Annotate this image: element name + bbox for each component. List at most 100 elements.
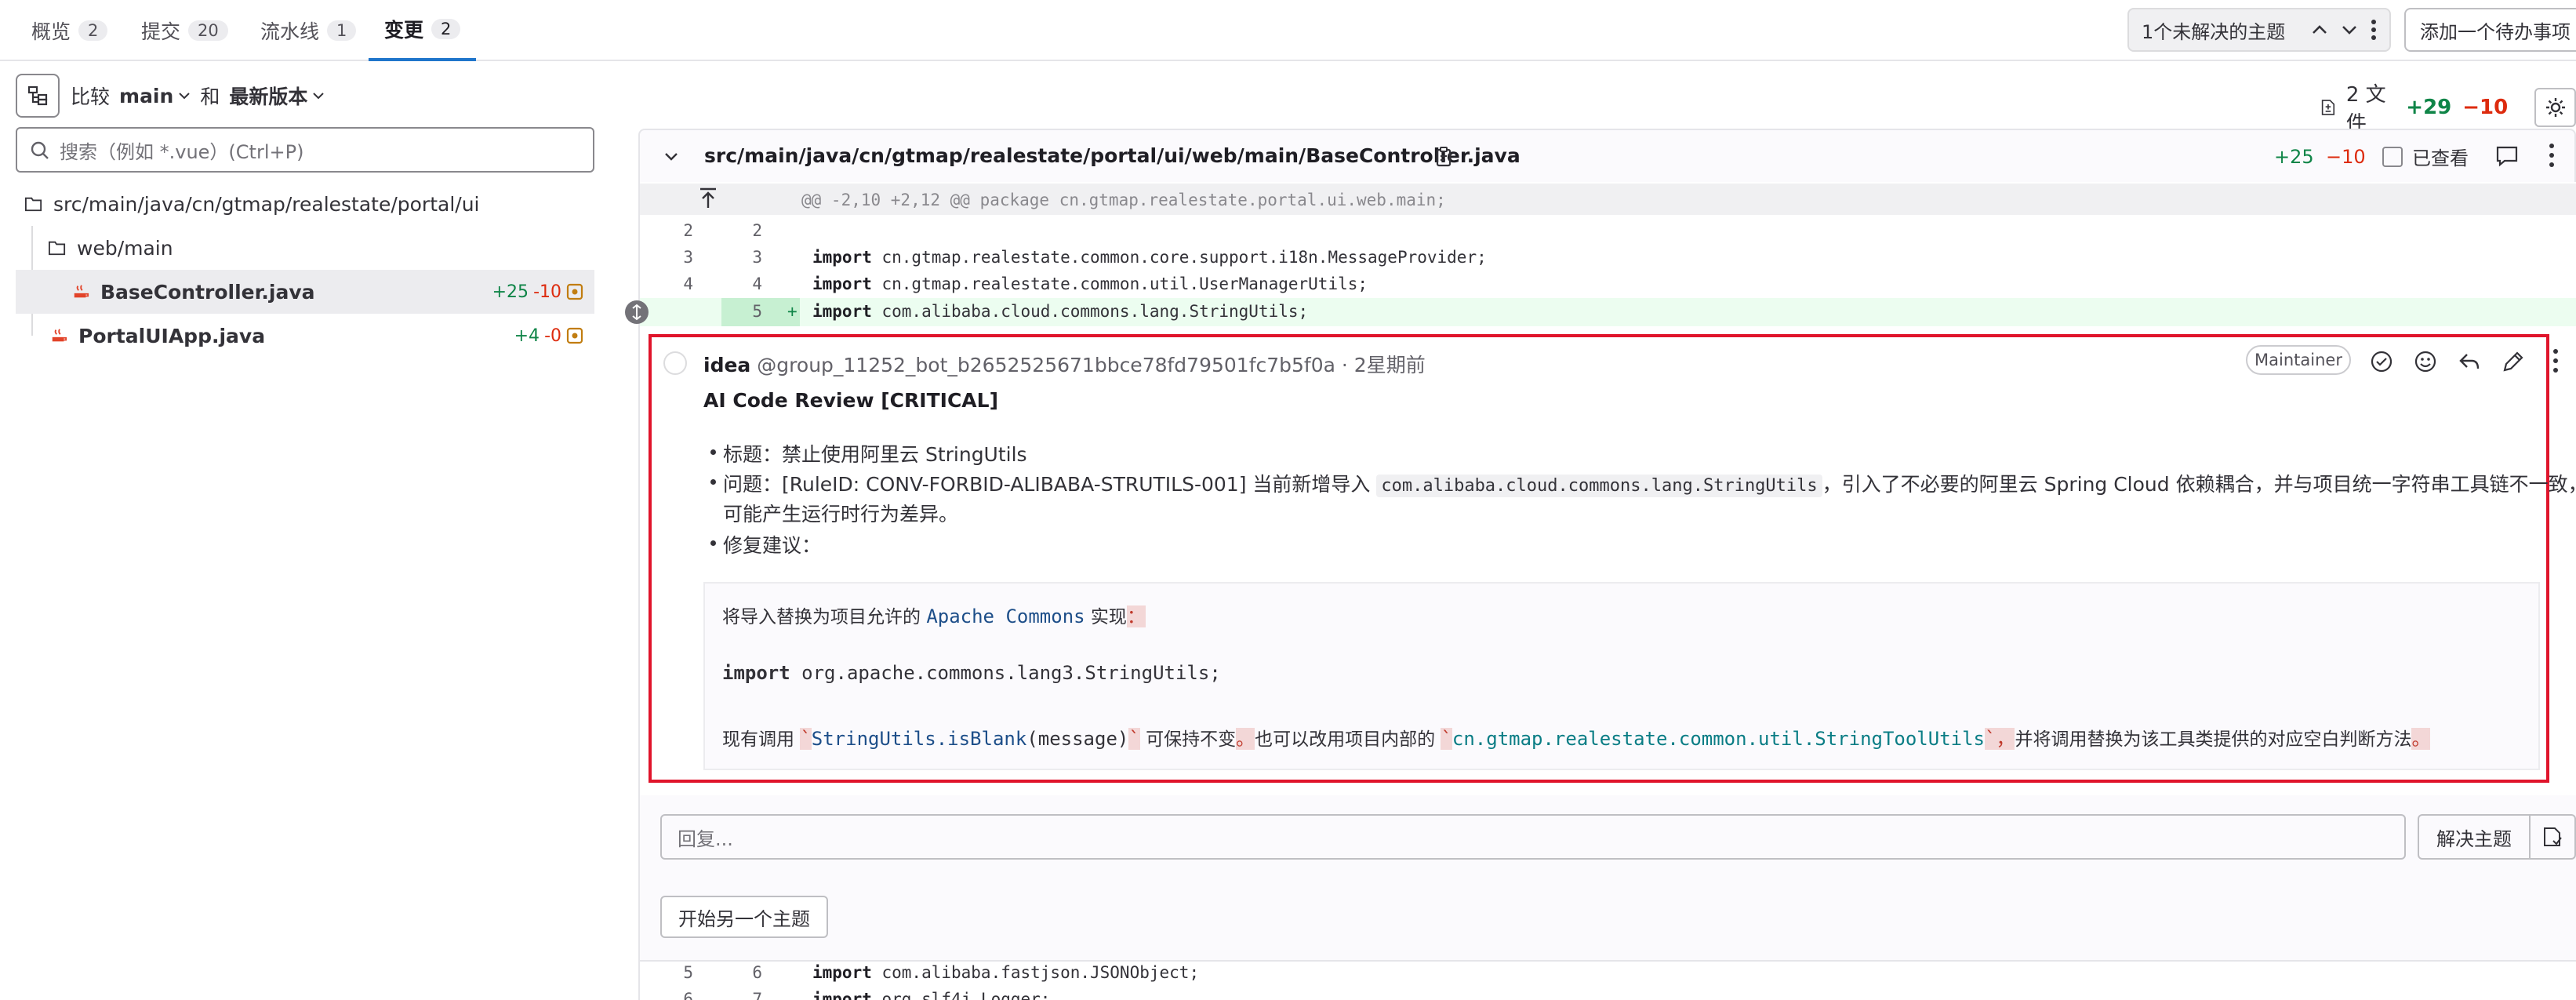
avatar[interactable] [663,351,687,375]
code-block-error: `， [1985,728,2015,750]
pencil-icon[interactable] [2500,348,2527,375]
file-path[interactable]: src/main/java/cn/gtmap/realestate/portal… [704,144,1521,167]
role-label: Maintainer [2254,351,2342,369]
file-diffstat: +4 -0 [514,326,583,346]
resolve-thread-icon[interactable] [2368,348,2395,375]
new-line-number[interactable]: 2 [728,221,762,240]
code-block-text: StringUtils.isBlank [811,728,1027,750]
reply-input[interactable]: 回复... [660,814,2406,860]
compare-versions: 比较 main 和 最新版本 [71,82,325,110]
start-new-thread-button[interactable]: 开始另一个主题 [660,896,828,938]
chevron-down-icon[interactable] [2341,21,2358,38]
code-block-text: Apache Commons [926,605,1085,627]
author-handle: @group_11252_bot_b2652525671bbce78fd7950… [757,354,1426,376]
suggestion-code-block: 将导入替换为项目允许的 Apache Commons 实现： import or… [703,582,2540,770]
added-marker: + [787,302,798,321]
diff-settings-button[interactable] [2534,88,2576,127]
old-line-number[interactable]: 5 [659,963,693,982]
new-line-number[interactable]: 5 [728,302,762,321]
tab-changes[interactable]: 变更 2 [369,0,477,61]
issue-text: ，引入了不必要的阿里云 Spring Cloud 依赖耦合，并与项目统一字符串工… [1822,473,2576,496]
resolve-thread-button[interactable]: 解决主题 [2418,814,2531,860]
deletions: -0 [544,325,561,346]
comment-icon[interactable] [2495,144,2519,168]
compare-label: 比较 [71,85,111,108]
note-bullet-fix: 修复建议： [710,530,821,558]
reply-icon[interactable] [2456,348,2483,375]
chevron-down-icon [313,93,325,100]
tab-overview[interactable]: 概览 2 [31,0,108,61]
code-text: com.alibaba.fastjson.JSONObject; [871,963,1200,982]
checkbox[interactable] [2382,146,2403,167]
tree-folder-label: web/main [77,236,173,260]
code-block-error: ` [800,728,812,750]
old-line-number[interactable]: 6 [659,990,693,1000]
tab-commits[interactable]: 提交 20 [141,0,228,61]
file-tree-icon [27,85,48,106]
code-block-text: 实现 [1085,607,1127,627]
author-name[interactable]: idea [703,354,750,376]
more-vertical-icon[interactable] [2549,143,2555,168]
more-vertical-icon[interactable] [2552,348,2559,373]
start-thread-label: 开始另一个主题 [678,907,810,930]
tab-label: 流水线 [260,20,320,43]
file-diffstat: +25 -10 [492,282,583,302]
file-tree-toggle-button[interactable] [16,74,60,118]
code-keyword: import [812,275,872,293]
tab-pipelines[interactable]: 流水线 1 [260,0,357,61]
compare-and: 和 [200,85,220,108]
tree-file-portaluiapp[interactable]: PortalUIApp.java +4 -0 [16,314,594,358]
copy-icon[interactable] [1433,146,1454,168]
tree-folder-label: src/main/java/cn/gtmap/realestate/portal… [53,192,480,216]
tree-file-basecontroller[interactable]: BaseController.java +25 -10 [16,270,594,314]
old-line-number[interactable]: 4 [659,275,693,293]
java-file-icon [74,285,89,298]
code-block-text: 并将调用替换为该工具类提供的对应空白判断方法 [2015,729,2412,750]
chevron-down-icon [179,93,191,100]
chevron-up-icon[interactable] [2311,21,2328,38]
source-branch-dropdown[interactable]: main [119,85,191,107]
unresolved-threads[interactable]: 1个未解决的主题 [2127,8,2391,52]
code-block-text: (message) [1026,728,1129,750]
target-version-dropdown[interactable]: 最新版本 [229,82,325,110]
chevron-down-icon[interactable] [663,149,679,165]
code-block-error: ： [1126,605,1146,627]
new-line-number[interactable]: 7 [728,990,762,1000]
code-text: cn.gtmap.realestate.common.core.support.… [871,248,1487,267]
more-vertical-icon[interactable] [2371,19,2377,41]
tree-folder-root[interactable]: src/main/java/cn/gtmap/realestate/portal… [16,182,594,226]
expand-up-icon[interactable] [698,187,718,210]
target-version: 最新版本 [229,85,308,108]
new-line-number[interactable]: 3 [728,248,762,267]
code-line: import com.alibaba.fastjson.JSONObject; [812,963,1199,982]
file-header: src/main/java/cn/gtmap/realestate/portal… [638,129,2576,182]
old-line-number[interactable]: 3 [659,248,693,267]
file-modified-icon [566,283,583,300]
code-line: import org.slf4j.Logger; [812,990,1050,1000]
old-line-number[interactable]: 2 [659,221,693,240]
file-search-input[interactable]: 搜索（例如 *.vue）(Ctrl+P) [16,127,594,173]
code-line: import cn.gtmap.realestate.common.core.s… [812,248,1487,267]
code-line: import cn.gtmap.realestate.common.util.U… [812,275,1368,293]
additions: +4 [514,325,540,346]
issue-text: 问题：[RuleID: CONV-FORBID-ALIBABA-STRUTILS… [723,473,1371,496]
tab-count: 2 [431,19,461,39]
new-line-number[interactable]: 6 [728,963,762,982]
tab-label: 概览 [31,20,71,43]
code-line: import com.alibaba.cloud.commons.lang.St… [812,302,1308,321]
folder-open-icon [25,197,42,212]
resolve-options-button[interactable] [2531,814,2576,860]
tab-label: 提交 [141,20,181,43]
new-line-number[interactable]: 4 [728,275,762,293]
file-additions: +25 [2274,146,2314,168]
add-todo-button[interactable]: 添加一个待办事项 [2404,8,2576,52]
tree-folder-web-main[interactable]: web/main [16,226,594,270]
threads-label: 1个未解决的主题 [2142,20,2286,43]
role-badge: Maintainer [2246,345,2351,375]
code-block-text: org.apache.commons.lang3.StringUtils; [790,662,1221,684]
emoji-reaction-icon[interactable] [2412,348,2439,375]
deletions: -10 [533,282,561,302]
collapse-thread-icon[interactable] [624,300,649,325]
reply-placeholder: 回复... [678,827,733,850]
viewed-checkbox[interactable]: 已查看 [2382,143,2469,170]
